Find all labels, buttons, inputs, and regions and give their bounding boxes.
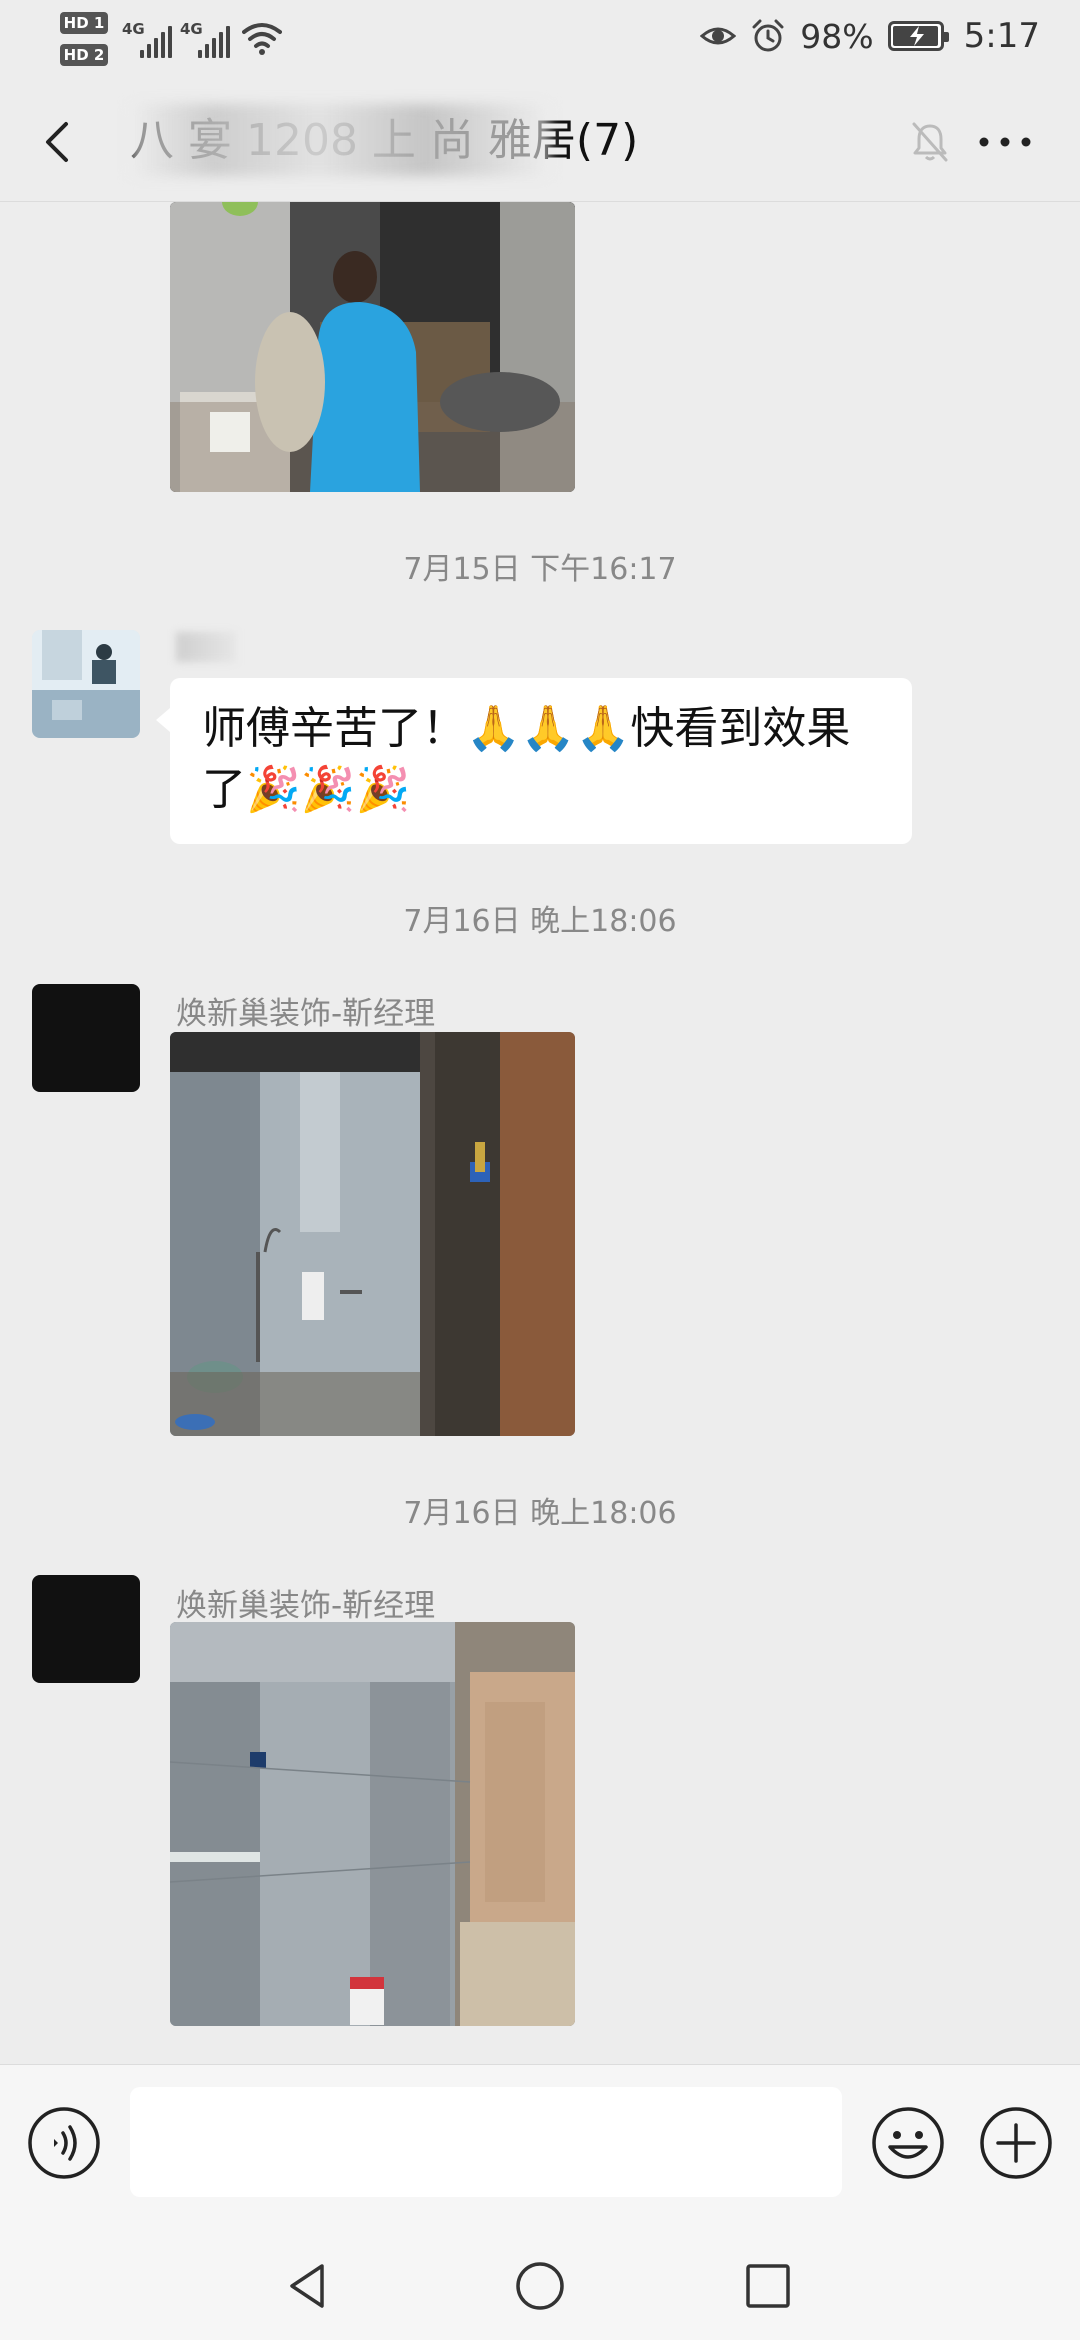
status-bar: HD 1 HD 2 4G 4G 98% 5:17 (0, 0, 1080, 72)
nav-home-icon[interactable] (512, 2258, 568, 2314)
signal-icon: 4G (122, 20, 184, 60)
chat-image[interactable] (170, 1032, 575, 1436)
hd2-badge: HD 2 (60, 44, 108, 66)
timestamp: 7月16日 晚上18:06 (403, 904, 677, 939)
message-bubble[interactable]: 师傅辛苦了！🙏🙏🙏快看到效果了🎉🎉🎉 (156, 678, 912, 844)
plus-icon[interactable] (978, 2105, 1054, 2181)
message-text: 师傅辛苦了！🙏🙏🙏快看到效果了🎉🎉🎉 (202, 703, 851, 815)
message-input[interactable] (130, 2087, 842, 2197)
avatar[interactable] (32, 1575, 140, 1683)
chat-image[interactable] (170, 202, 575, 492)
timestamp: 7月16日 晚上18:06 (403, 1496, 677, 1531)
battery-percent: 98% (800, 16, 874, 56)
eye-icon (700, 27, 737, 45)
alarm-icon (752, 19, 784, 52)
title-redaction (130, 104, 550, 176)
avatar[interactable] (32, 984, 140, 1092)
chat-image[interactable] (170, 1622, 575, 2026)
status-right: 98% 5:17 (700, 14, 1040, 58)
hd1-badge: HD 1 (60, 12, 108, 34)
timestamp: 7月15日 下午16:17 (403, 552, 677, 587)
nav-back-icon[interactable] (280, 2258, 336, 2314)
more-icon[interactable] (970, 118, 1040, 166)
signal-icon: 4G (180, 20, 242, 60)
avatar[interactable] (32, 630, 140, 738)
navigation-bar (0, 2224, 1080, 2340)
battery-charging-icon (887, 21, 949, 51)
nav-recents-icon[interactable] (740, 2258, 796, 2314)
back-icon[interactable] (30, 112, 90, 172)
clock: 5:17 (963, 16, 1040, 56)
voice-icon[interactable] (26, 2105, 102, 2181)
wifi-icon (242, 23, 282, 55)
mute-bell-icon (912, 122, 948, 162)
chat-header: 八 宴 1208 上 尚 雅居(7) (0, 90, 1080, 202)
input-bar (0, 2064, 1080, 2224)
sender-name (176, 632, 236, 662)
sender-name: 焕新巢装饰-靳经理 (176, 1588, 436, 1624)
sender-name: 焕新巢装饰-靳经理 (176, 996, 436, 1032)
emoji-icon[interactable] (870, 2105, 946, 2181)
hd-indicator: HD 1 HD 2 (60, 8, 110, 68)
